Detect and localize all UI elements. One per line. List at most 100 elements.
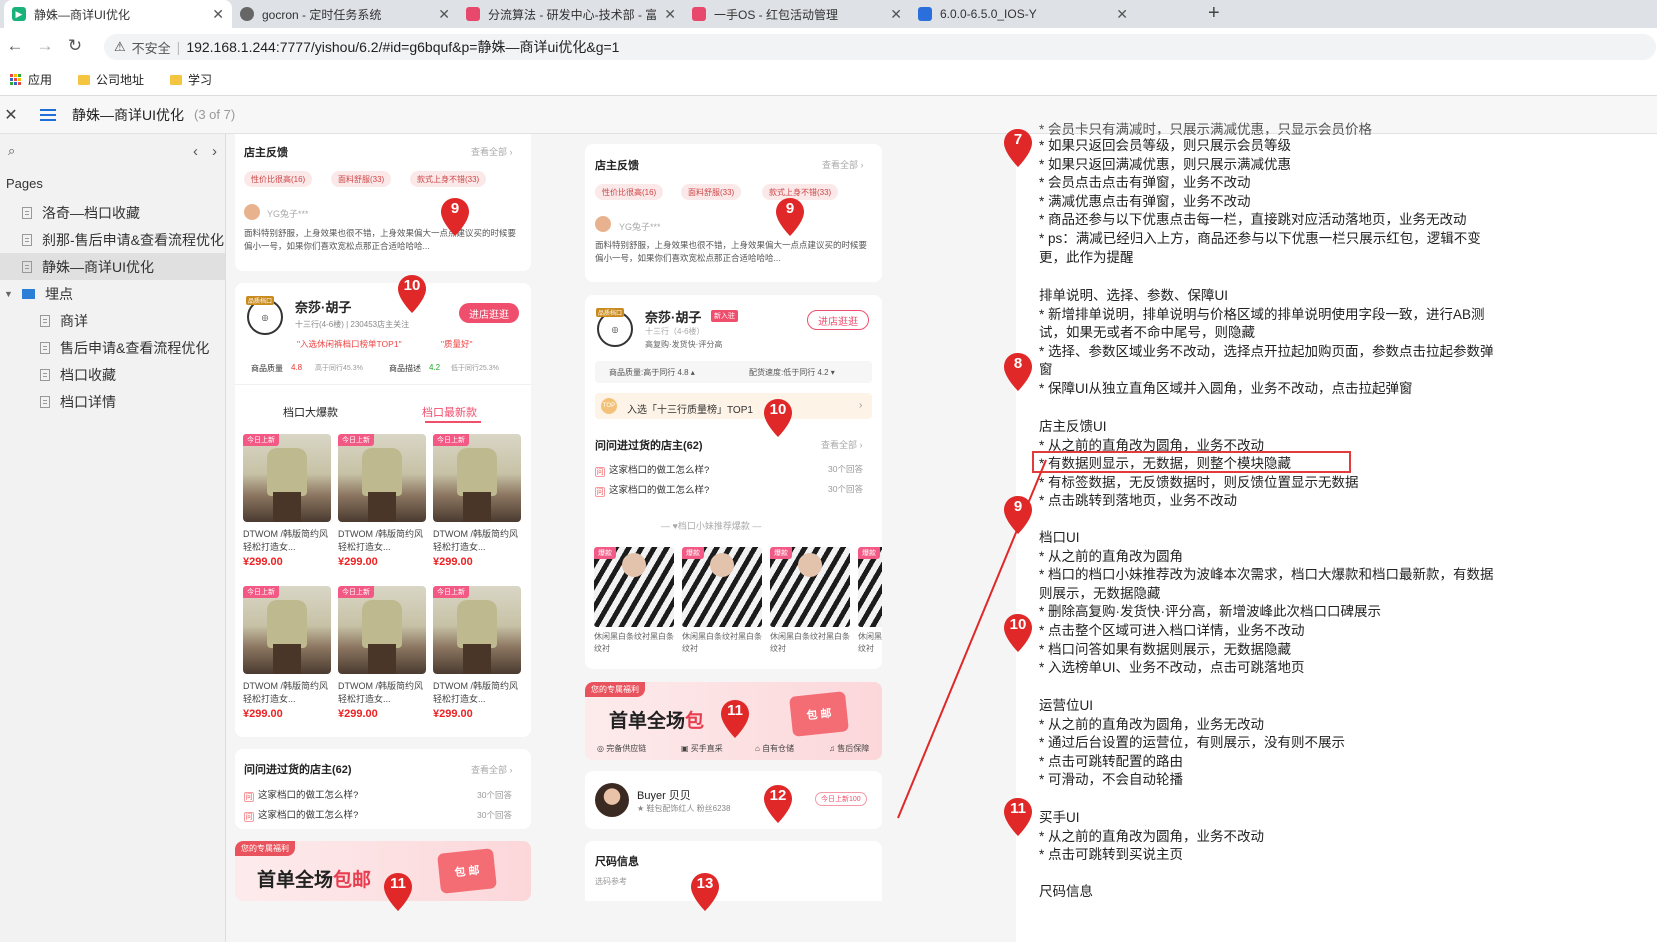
tab-new-items[interactable]: 档口最新款: [422, 404, 477, 420]
note-line: * 档口问答如果有数据则展示，无数据隐藏: [1039, 641, 1292, 657]
next-page-icon[interactable]: ›: [212, 143, 217, 160]
store-features: 高复购·发货快·评分高: [645, 340, 723, 349]
close-panel-icon[interactable]: ✕: [0, 105, 22, 125]
qa-answer-count: 30个回答: [477, 810, 512, 820]
enter-store-button[interactable]: 进店逛逛: [807, 310, 869, 330]
sidebar-search[interactable]: ⌕ ‹ ›: [0, 134, 225, 168]
note-heading: 档口UI: [1039, 530, 1080, 545]
view-all-link[interactable]: 查看全部 ›: [821, 438, 863, 451]
product-item[interactable]: 今日上新 DTWOM /韩版简约风轻松打造女... ¥299.00: [433, 434, 521, 568]
page-icon: [40, 395, 50, 408]
tab-hot-items[interactable]: 档口大爆款: [283, 404, 338, 420]
annotation-pin-12[interactable]: 12: [763, 784, 793, 824]
tab-close-icon[interactable]: ✕: [212, 6, 224, 23]
sidebar-item-6[interactable]: 档口收藏: [0, 361, 225, 388]
pages-sidebar: ⌕ ‹ › Pages 洛奇—档口收藏 刹那-售后申请&查看流程优化 静姝—商详U…: [0, 134, 226, 942]
annotation-pin-9[interactable]: 9: [1003, 495, 1033, 535]
benefit-headline: 首单全场包: [609, 706, 704, 733]
url-bar[interactable]: ⚠ 不安全 | 192.168.1.244:7777/yishou/6.2/#i…: [104, 34, 1656, 60]
pin-number: 9: [1013, 498, 1023, 515]
collapse-caret-icon[interactable]: ▼: [4, 289, 16, 299]
recommend-item[interactable]: 爆款休闲黑白条纹衬黑白条纹衬: [858, 547, 882, 655]
prev-page-icon[interactable]: ‹: [193, 143, 198, 160]
page-icon: [22, 206, 32, 219]
left-feedback-card[interactable]: 店主反馈 查看全部 › 性价比很高(16) 面料舒服(33) 款式上身不错(33…: [235, 134, 531, 271]
browser-tab-3[interactable]: 一手OS - 红包活动管理 ✕: [684, 0, 910, 28]
view-all-link[interactable]: 查看全部 ›: [822, 158, 864, 171]
view-all-link[interactable]: 查看全部 ›: [471, 145, 513, 158]
annotation-pin-11[interactable]: 11: [1003, 797, 1033, 837]
annotation-pin-8[interactable]: 8: [1003, 352, 1033, 392]
product-item[interactable]: 今日上新 DTWOM /韩版简约风轻松打造女... ¥299.00: [243, 434, 331, 568]
view-all-link[interactable]: 查看全部 ›: [471, 763, 513, 776]
forward-arrow-icon[interactable]: →: [30, 36, 60, 56]
store-location: 十三行（4-6楼）: [645, 327, 705, 336]
feedback-tag[interactable]: 性价比很高(16): [595, 184, 664, 200]
tab-close-icon[interactable]: ✕: [438, 6, 450, 23]
recommend-item[interactable]: 爆款休闲黑白条纹衬黑白条纹衬: [682, 547, 762, 655]
bookmark-apps[interactable]: 应用: [10, 71, 52, 88]
bookmark-study[interactable]: 学习: [170, 71, 212, 88]
tab-close-icon[interactable]: ✕: [1116, 6, 1128, 23]
annotation-pin-9[interactable]: 9: [775, 197, 805, 237]
sidebar-item-7[interactable]: 档口详情: [0, 388, 225, 415]
feedback-tag[interactable]: 面料舒服(33): [331, 171, 392, 187]
size-card[interactable]: 尺码信息 选码参考: [585, 841, 882, 901]
sidebar-item-label: 商详: [60, 312, 88, 329]
product-item[interactable]: 今日上新 DTWOM /韩版简约风轻松打造女... ¥299.00: [243, 586, 331, 720]
product-name: DTWOM /韩版简约风轻松打造女...: [433, 529, 518, 552]
recommend-item[interactable]: 爆款休闲黑白条纹衬黑白条纹衬: [594, 547, 674, 655]
card-title: 店主反馈: [244, 147, 288, 159]
browser-tab-1[interactable]: gocron - 定时任务系统 ✕: [232, 0, 458, 28]
store-name: 奈莎·胡子: [295, 300, 352, 315]
reload-icon[interactable]: ↻: [60, 36, 90, 56]
browser-tab-4[interactable]: 6.0.0-6.5.0_IOS-Y ✕: [910, 0, 1136, 28]
feedback-tag[interactable]: 款式上身不错(33): [410, 171, 487, 187]
pin-number: 13: [696, 875, 714, 892]
product-name: 休闲黑白条纹衬黑白条纹衬: [594, 632, 674, 653]
feedback-tag[interactable]: 性价比很高(16): [244, 171, 313, 187]
annotation-pin-9[interactable]: 9: [440, 197, 470, 237]
sidebar-item-3[interactable]: ▼ 埋点: [0, 280, 225, 307]
jira-favicon-icon: [918, 7, 932, 21]
sidebar-item-1[interactable]: 刹那-售后申请&查看流程优化: [0, 226, 225, 253]
annotation-pin-10[interactable]: 10: [397, 274, 427, 314]
search-icon[interactable]: ⌕: [8, 143, 15, 159]
browser-tab-0[interactable]: ▶ 静姝—商详UI优化 ✕: [4, 0, 232, 28]
feedback-tag[interactable]: 面料舒服(33): [681, 184, 742, 200]
back-arrow-icon[interactable]: ←: [0, 36, 30, 56]
annotation-pin-11[interactable]: 11: [383, 872, 413, 912]
sidebar-item-5[interactable]: 售后申请&查看流程优化: [0, 334, 225, 361]
product-item[interactable]: 今日上新 DTWOM /韩版简约风轻松打造女... ¥299.00: [433, 586, 521, 720]
recommend-item[interactable]: 爆款休闲黑白条纹衬黑白条纹衬: [770, 547, 850, 655]
product-image: [433, 586, 521, 674]
product-item[interactable]: 今日上新 DTWOM /韩版简约风轻松打造女... ¥299.00: [338, 434, 426, 568]
product-item[interactable]: 今日上新 DTWOM /韩版简约风轻松打造女... ¥299.00: [338, 586, 426, 720]
left-qa-card[interactable]: 问问进过货的店主(62) 查看全部 › 问这家档口的做工怎么样? 30个回答 问…: [235, 749, 531, 829]
annotation-pin-10[interactable]: 10: [763, 398, 793, 438]
menu-icon[interactable]: [40, 108, 56, 121]
qa-question[interactable]: 问这家档口的做工怎么样?: [244, 787, 358, 802]
sidebar-item-0[interactable]: 洛奇—档口收藏: [0, 199, 225, 226]
sidebar-item-2[interactable]: 静姝—商详UI优化: [0, 253, 225, 280]
annotation-pin-13[interactable]: 13: [690, 872, 720, 912]
annotation-pin-11[interactable]: 11: [720, 699, 750, 739]
browser-tab-2[interactable]: 分流算法 - 研发中心-技术部 - 富 ✕: [458, 0, 684, 28]
enter-store-button[interactable]: 进店逛逛: [459, 303, 519, 323]
qa-question[interactable]: 问这家档口的做工怎么样?: [595, 462, 709, 477]
bookmark-company[interactable]: 公司地址: [78, 71, 144, 88]
qa-answer-count: 30个回答: [828, 484, 863, 494]
annotation-pin-10[interactable]: 10: [1003, 613, 1033, 653]
new-tab-button[interactable]: +: [1208, 2, 1220, 25]
qa-question-text: 这家档口的做工怎么样?: [258, 790, 359, 801]
buyer-card[interactable]: Buyer 贝贝 ★ 鞋包配饰红人 粉丝6238 今日上新100: [585, 771, 882, 829]
qa-question[interactable]: 问这家档口的做工怎么样?: [595, 482, 709, 497]
qa-question[interactable]: 问这家档口的做工怎么样?: [244, 807, 358, 822]
right-feedback-card[interactable]: 店主反馈 查看全部 › 性价比很高(16) 面料舒服(33) 款式上身不错(33…: [585, 144, 882, 282]
sidebar-item-4[interactable]: 商详: [0, 307, 225, 334]
sidebar-item-label: 档口详情: [60, 393, 116, 410]
annotation-pin-7[interactable]: 7: [1003, 128, 1033, 168]
page-icon: [22, 233, 32, 246]
tab-close-icon[interactable]: ✕: [664, 6, 676, 23]
tab-close-icon[interactable]: ✕: [890, 6, 902, 23]
